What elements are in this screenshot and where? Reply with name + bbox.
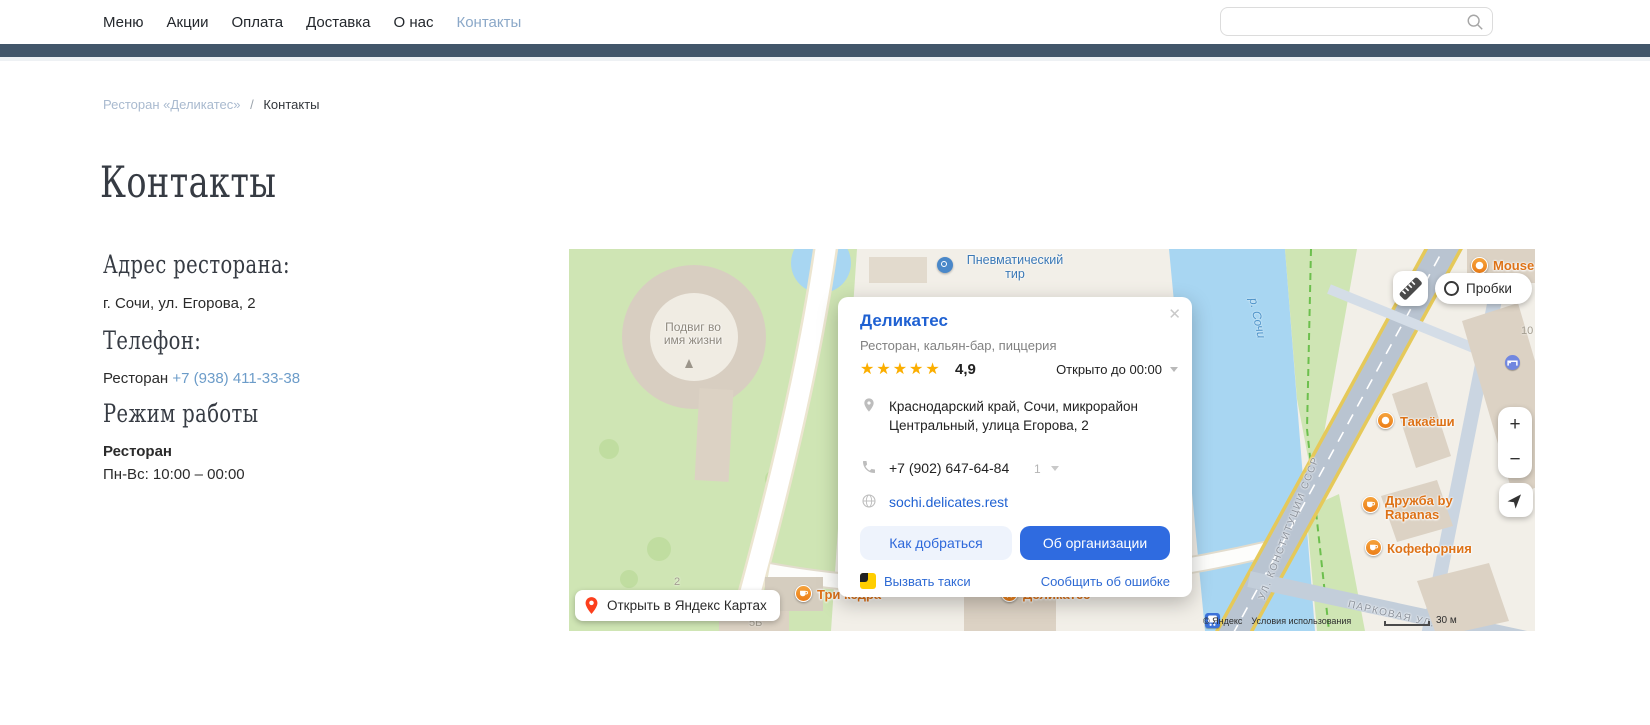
restaurant-address: г. Сочи, ул. Егорова, 2 bbox=[103, 295, 256, 312]
map-attribution: © Яндекс Условия использования bbox=[1203, 616, 1351, 626]
place-title-link[interactable]: Деликатес bbox=[860, 311, 948, 331]
globe-icon bbox=[862, 494, 876, 508]
taxi-icon bbox=[860, 573, 876, 589]
main-nav: Меню Акции Оплата Доставка О нас Контакт… bbox=[103, 0, 521, 44]
search-input[interactable] bbox=[1231, 8, 1461, 35]
rating-value: 4,9 bbox=[955, 361, 976, 378]
place-phone: +7 (902) 647-64-84 bbox=[889, 460, 1010, 476]
rating-stars: ★★★★★ bbox=[860, 361, 942, 378]
place-category: Ресторан, кальян-бар, пиццерия bbox=[860, 338, 1057, 353]
zoom-in-button[interactable]: + bbox=[1498, 407, 1532, 443]
poi-tri-kedra-icon[interactable] bbox=[795, 585, 812, 602]
scale-bar bbox=[1384, 621, 1430, 626]
geolocation-button[interactable] bbox=[1499, 483, 1533, 517]
phone-count[interactable]: 1 bbox=[1034, 462, 1041, 476]
header-divider-bar bbox=[0, 44, 1650, 57]
copyright: © Яндекс bbox=[1203, 616, 1243, 626]
phone-line: Ресторан +7 (938) 411-33-38 bbox=[103, 370, 300, 387]
place-address: Краснодарский край, Сочи, микрорайон Цен… bbox=[889, 399, 1138, 433]
house-number: 10 bbox=[1521, 325, 1534, 337]
poi-label-mouse[interactable]: Mouse Но bbox=[1493, 258, 1535, 273]
poi-kofeforniya-icon[interactable] bbox=[1365, 539, 1382, 556]
phone-icon bbox=[863, 461, 875, 473]
poi-label-druzhba[interactable]: Дружба by Rapanas bbox=[1385, 494, 1473, 522]
traffic-light-icon bbox=[1444, 281, 1459, 296]
house-number: 2 bbox=[674, 576, 681, 588]
zoom-control: + − bbox=[1498, 407, 1532, 478]
geolocation-arrow-icon bbox=[1507, 494, 1522, 509]
place-card: ✕ Деликатес Ресторан, кальян-бар, пиццер… bbox=[838, 297, 1192, 597]
poi-mouse-icon[interactable] bbox=[1471, 257, 1488, 274]
map-scale: 30 м bbox=[1384, 615, 1457, 626]
search-box bbox=[1220, 7, 1493, 36]
nav-contacts[interactable]: Контакты bbox=[456, 14, 521, 31]
phone-prefix: Ресторан bbox=[103, 370, 169, 387]
hours-heading: Режим работы bbox=[103, 399, 259, 428]
phone-heading: Телефон: bbox=[103, 326, 202, 355]
address-heading: Адрес ресторана: bbox=[103, 250, 290, 279]
poi-takayoshi-icon[interactable] bbox=[1377, 412, 1394, 429]
poi-label-kofeforniya[interactable]: Кофефорния bbox=[1387, 541, 1472, 556]
nav-about[interactable]: О нас bbox=[394, 14, 434, 31]
nav-delivery[interactable]: Доставка bbox=[306, 14, 370, 31]
poi-druzhba-icon[interactable] bbox=[1362, 496, 1379, 513]
route-button[interactable]: Как добраться bbox=[860, 526, 1012, 560]
report-error-link[interactable]: Сообщить об ошибке bbox=[1041, 574, 1170, 589]
terms-link[interactable]: Условия использования bbox=[1251, 616, 1351, 626]
header-divider-shadow bbox=[0, 57, 1650, 61]
hours-org: Ресторан bbox=[103, 443, 172, 460]
address-pin-icon bbox=[864, 398, 874, 412]
poi-label-monument: Подвиг во имя жизни bbox=[663, 320, 723, 347]
search-icon[interactable] bbox=[1466, 13, 1484, 31]
call-taxi-link[interactable]: Вызвать такси bbox=[884, 574, 971, 589]
poi-label-takayoshi[interactable]: Такаёши bbox=[1400, 414, 1455, 429]
chevron-down-icon[interactable] bbox=[1051, 466, 1059, 471]
nav-payment[interactable]: Оплата bbox=[231, 14, 283, 31]
yandex-maps-pin-icon bbox=[585, 597, 598, 614]
hotel-icon[interactable] bbox=[1505, 355, 1520, 370]
hours-value: Пн-Вс: 10:00 – 00:00 bbox=[103, 466, 245, 483]
restaurant-phone-link[interactable]: +7 (938) 411-33-38 bbox=[172, 370, 300, 387]
chevron-down-icon[interactable] bbox=[1170, 367, 1178, 372]
zoom-out-button[interactable]: − bbox=[1498, 443, 1532, 479]
traffic-button[interactable]: Пробки bbox=[1435, 273, 1532, 304]
ruler-tool-button[interactable] bbox=[1393, 271, 1428, 306]
open-status[interactable]: Открыто до 00:00 bbox=[1056, 362, 1162, 377]
page: Меню Акции Оплата Доставка О нас Контакт… bbox=[0, 0, 1650, 725]
poi-label-pneumatic-tir[interactable]: Пневматический тир bbox=[957, 253, 1073, 281]
nav-promos[interactable]: Акции bbox=[167, 14, 209, 31]
breadcrumb-current: Контакты bbox=[263, 97, 320, 112]
page-title: Контакты bbox=[100, 158, 277, 208]
place-website-link[interactable]: sochi.delicates.rest bbox=[889, 494, 1008, 510]
breadcrumb-home-link[interactable]: Ресторан «Деликатес» bbox=[103, 97, 240, 112]
shooting-range-icon[interactable] bbox=[937, 257, 953, 273]
breadcrumb: Ресторан «Деликатес» / Контакты bbox=[103, 97, 320, 112]
monument-icon bbox=[685, 359, 693, 368]
breadcrumb-separator: / bbox=[250, 97, 254, 112]
scale-value: 30 м bbox=[1436, 615, 1457, 626]
open-in-yandex-maps-button[interactable]: Открыть в Яндекс Картах bbox=[575, 590, 780, 621]
nav-menu[interactable]: Меню bbox=[103, 14, 144, 31]
ruler-icon bbox=[1399, 277, 1422, 300]
yandex-map[interactable]: Пневматический тир Подвиг во имя жизни р… bbox=[569, 249, 1535, 631]
close-icon[interactable]: ✕ bbox=[1168, 305, 1181, 323]
about-org-button[interactable]: Об организации bbox=[1020, 526, 1170, 560]
